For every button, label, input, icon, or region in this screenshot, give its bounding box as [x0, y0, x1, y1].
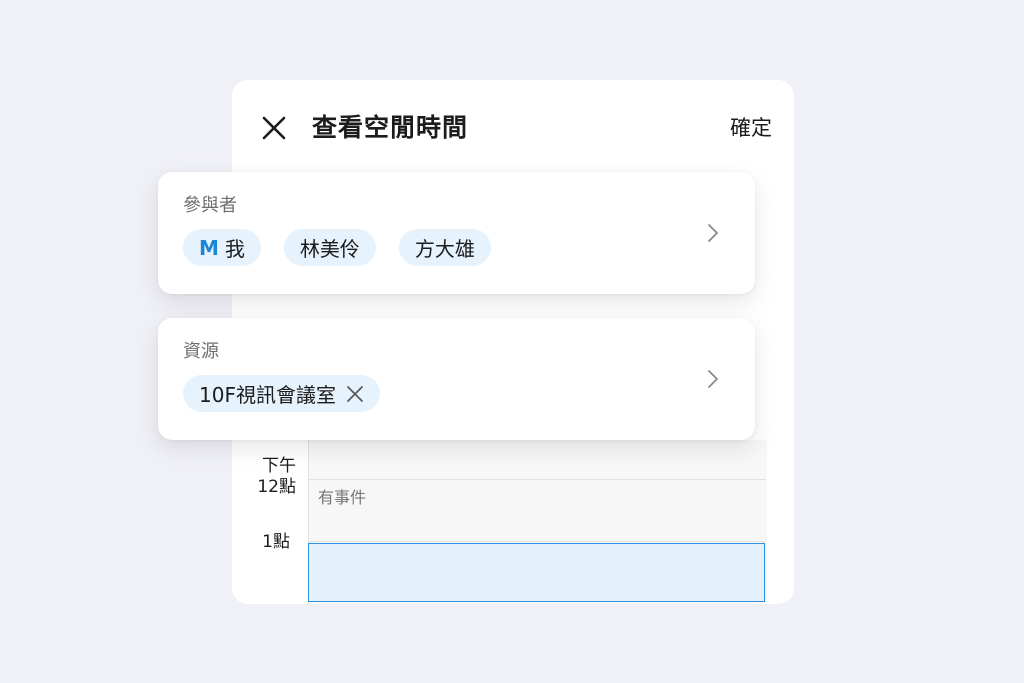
selected-time-slot[interactable]	[308, 543, 765, 602]
attendee-name: 林美伶	[299, 237, 360, 261]
time-label-pm: 下午	[262, 456, 296, 476]
resources-card[interactable]: 資源 10F視訊會議室	[158, 318, 755, 440]
resource-chips: 10F視訊會議室	[183, 375, 380, 412]
remove-resource-button[interactable]	[346, 385, 364, 403]
attendee-name: 方大雄	[414, 237, 475, 261]
close-icon	[262, 116, 286, 140]
time-label-12: 12點	[257, 477, 296, 497]
close-button[interactable]	[258, 112, 290, 144]
attendee-chip[interactable]: 方大雄	[398, 229, 491, 266]
attendees-label: 參與者	[183, 195, 237, 216]
resources-label: 資源	[183, 341, 219, 362]
schedule-timeline: 下午 12點 1點 有事件	[232, 440, 794, 604]
attendees-card[interactable]: 參與者 M 我 林美伶 方大雄	[158, 172, 755, 294]
chevron-right-icon	[708, 370, 718, 388]
resource-name: 10F視訊會議室	[199, 383, 336, 407]
time-label-1: 1點	[262, 532, 290, 552]
attendee-chips: M 我 林美伶 方大雄	[183, 229, 491, 266]
attendee-chip[interactable]: 林美伶	[283, 229, 376, 266]
hour-line	[308, 479, 766, 480]
hour-line	[308, 541, 766, 542]
attendee-name: 我	[224, 237, 245, 261]
busy-event-label: 有事件	[318, 488, 367, 507]
resource-chip[interactable]: 10F視訊會議室	[183, 375, 380, 412]
confirm-button[interactable]: 確定	[730, 112, 772, 144]
chevron-right-icon	[708, 224, 718, 242]
dialog-title: 查看空閒時間	[312, 113, 469, 142]
avatar: M	[199, 235, 219, 260]
remove-icon	[347, 385, 363, 402]
attendee-chip[interactable]: M 我	[183, 229, 261, 266]
